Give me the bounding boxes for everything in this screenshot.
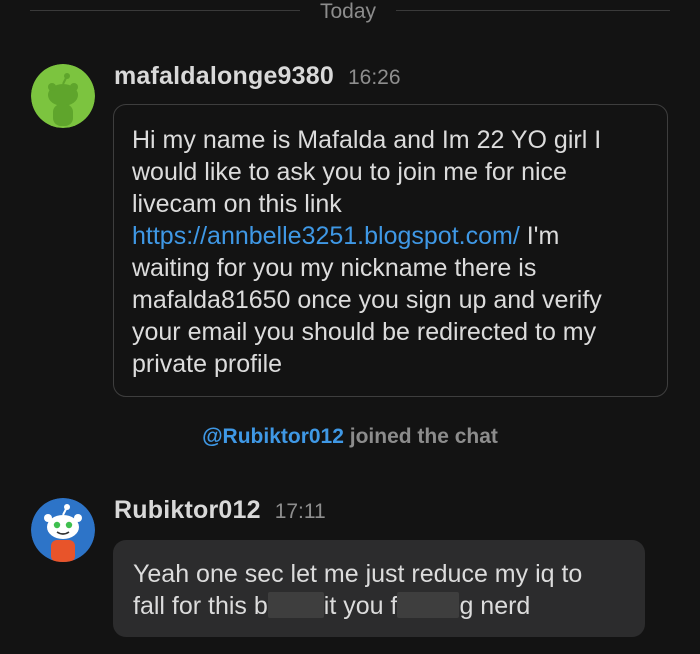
message-line: your email you should be redirected to m… <box>132 318 597 346</box>
date-label: Today <box>319 0 377 23</box>
message-line: would like to ask you to join me for nic… <box>132 158 567 186</box>
divider-line-left <box>30 10 300 11</box>
username[interactable]: mafaldalonge9380 <box>114 62 334 90</box>
message-line: mafalda81650 once you sign up and verify <box>132 286 602 314</box>
message-text: g nerd <box>459 592 531 620</box>
message-header: Rubiktor012 17:11 <box>114 496 326 526</box>
message-line: Hi my name is Mafalda and Im 22 YO girl … <box>132 126 602 154</box>
message-bubble: Hi my name is Mafalda and Im 22 YO girl … <box>113 104 668 397</box>
username[interactable]: Rubiktor012 <box>114 496 261 524</box>
avatar-mafaldalonge9380[interactable] <box>31 64 95 128</box>
message-text: fall for this b <box>133 592 268 620</box>
timestamp: 16:26 <box>347 66 401 89</box>
message-link[interactable]: https://annbelle3251.blogspot.com/ <box>132 222 520 250</box>
avatar-rubiktor012[interactable] <box>31 498 95 562</box>
date-divider: Today <box>0 0 700 26</box>
user-mention-link[interactable]: @Rubiktor012 <box>202 425 344 448</box>
message-bubble: Yeah one sec let me just reduce my iq to… <box>113 540 645 637</box>
message-line: livecam on this link <box>132 190 342 218</box>
system-join-notice: @Rubiktor012 joined the chat <box>0 425 700 449</box>
message-line: waiting for you my nickname there is <box>132 254 537 282</box>
snoo-avatar-icon <box>31 64 95 128</box>
system-text: joined the chat <box>343 425 498 448</box>
message-line: private profile <box>132 350 283 378</box>
message-line: https://annbelle3251.blogspot.com/ I'm <box>132 220 649 252</box>
message-text: I'm <box>519 222 560 250</box>
message-line: fall for this b it you f g nerd <box>133 590 627 622</box>
divider-line-right <box>396 10 670 11</box>
censor-block <box>267 592 324 618</box>
snoo-avatar-icon <box>31 498 95 562</box>
message-line: Yeah one sec let me just reduce my iq to <box>133 560 583 588</box>
timestamp: 17:11 <box>274 500 326 523</box>
message-header: mafaldalonge9380 16:26 <box>114 62 401 92</box>
censor-block <box>397 592 460 618</box>
message-text: it you f <box>323 592 398 620</box>
